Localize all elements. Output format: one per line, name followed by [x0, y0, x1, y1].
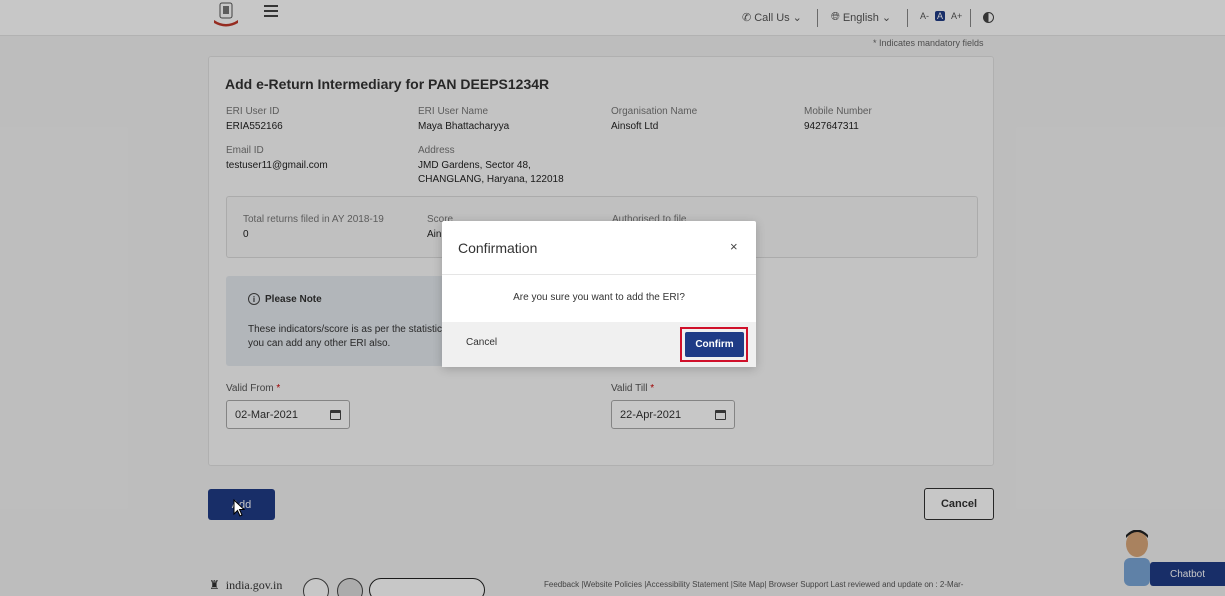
- dialog-title: Confirmation: [458, 240, 538, 256]
- close-icon[interactable]: ×: [730, 239, 738, 254]
- confirm-button[interactable]: Confirm: [685, 332, 744, 357]
- mouse-cursor-icon: [233, 499, 245, 517]
- dialog-divider: [442, 274, 756, 275]
- dialog-message: Are you sure you want to add the ERI?: [513, 292, 685, 303]
- confirmation-dialog: Confirmation × Are you sure you want to …: [442, 221, 756, 367]
- dialog-cancel-button[interactable]: Cancel: [466, 337, 497, 348]
- dialog-footer: Cancel Confirm: [442, 322, 756, 367]
